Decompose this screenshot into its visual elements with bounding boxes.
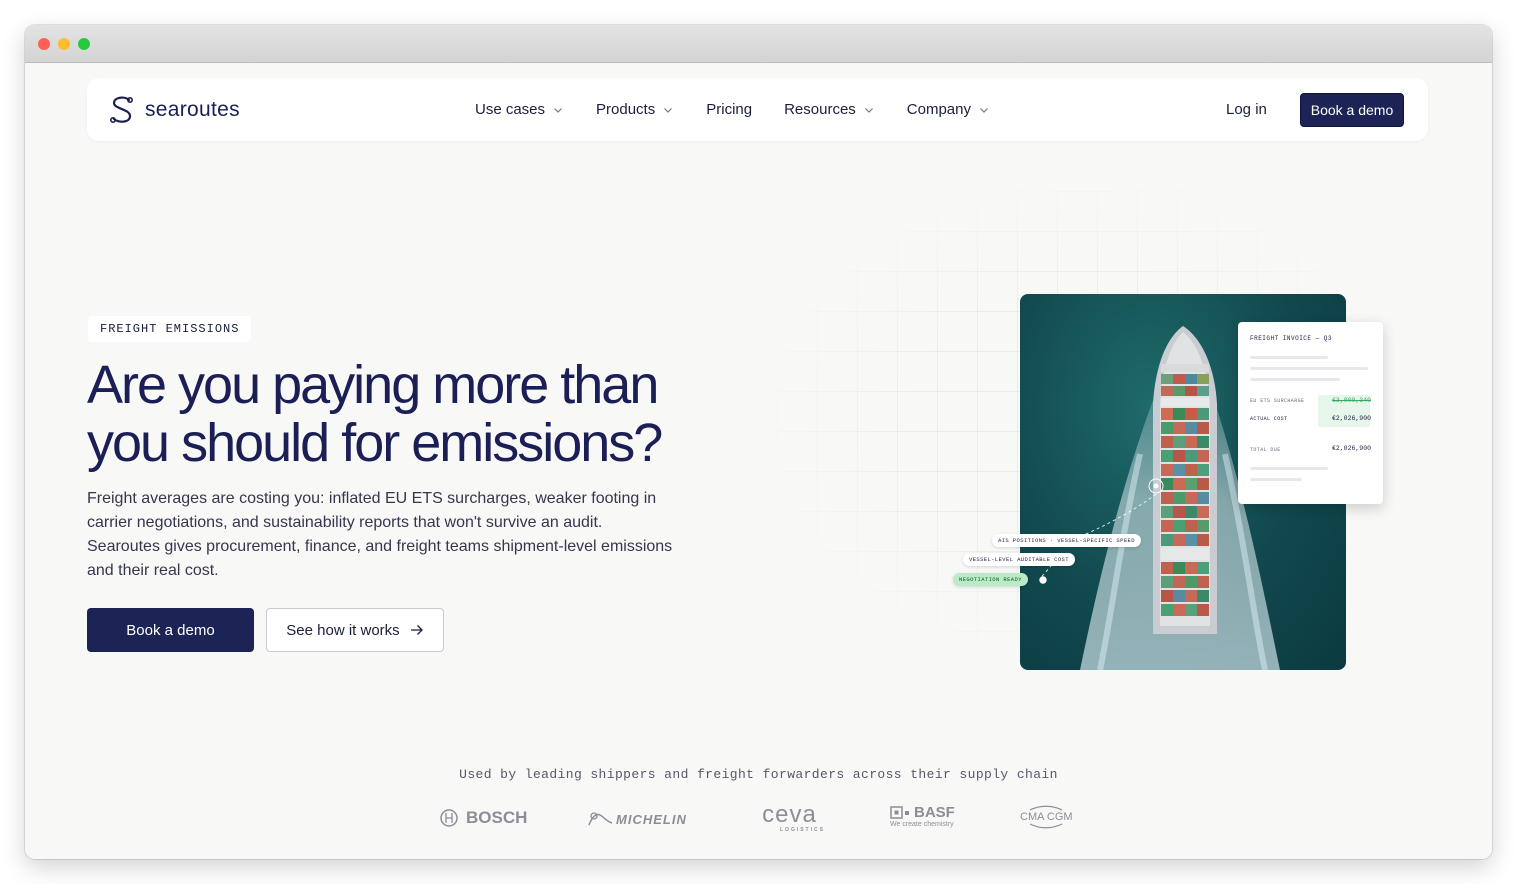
menu-label: Products — [596, 101, 656, 118]
menu-label: Pricing — [706, 101, 753, 118]
tag-negotiation-ready: NEGOTIATION READY — [953, 573, 1028, 586]
trusted-by-caption: Used by leading shippers and freight for… — [459, 767, 1058, 782]
maximize-window-button[interactable] — [78, 38, 90, 50]
ceva-logo: ceva LOGISTICS — [754, 801, 825, 834]
invoice-row-label: ACTUAL COST — [1250, 416, 1288, 422]
bosch-logo: BOSCH — [440, 808, 527, 828]
basf-mark: BASF — [890, 804, 955, 821]
menu-label: Resources — [784, 101, 856, 118]
hero-description: Freight averages are costing you: inflat… — [87, 490, 673, 579]
invoice-placeholder-line — [1250, 478, 1302, 481]
arrow-right-icon — [410, 625, 423, 635]
menu-products[interactable]: Products — [596, 101, 673, 118]
minimize-window-button[interactable] — [58, 38, 70, 50]
menu-use-cases[interactable]: Use cases — [475, 101, 563, 118]
tag-ais-positions: AIS POSITIONS · VESSEL-SPECIFIC SPEED — [992, 534, 1141, 547]
invoice-placeholder-line — [1250, 367, 1368, 370]
brand-name: searoutes — [145, 98, 240, 121]
invoice-row-label: EU ETS SURCHARGE — [1250, 398, 1305, 404]
chevron-down-icon — [864, 107, 873, 113]
invoice-placeholder-line — [1250, 356, 1328, 359]
menu-label: Use cases — [475, 101, 546, 118]
see-how-it-works-button[interactable]: See how it works — [266, 608, 444, 652]
basf-wordmark: BASF — [914, 804, 955, 821]
negotiation-ready-node-icon — [1039, 576, 1047, 584]
invoice-title: FREIGHT INVOICE — Q3 — [1250, 335, 1333, 342]
invoice-row-value: €3,000,340 — [1331, 397, 1371, 404]
button-label: See how it works — [286, 621, 400, 639]
cma-cgm-wordmark: CMA CGM — [1020, 811, 1073, 823]
invoice-placeholder-line — [1250, 467, 1328, 470]
michelin-logo: MICHELIN — [586, 809, 687, 829]
headline-line-2: you should for emissions? — [87, 413, 663, 473]
bosch-emblem-icon — [440, 809, 458, 827]
michelin-man-icon — [588, 812, 613, 826]
headline-line-1: Are you paying more than — [87, 355, 659, 415]
hero-headline: Are you paying more than you should for … — [87, 356, 787, 472]
main-menu: Use cases Products Pricing Resources Com… — [475, 101, 989, 118]
page-viewport: searoutes Use cases Products Pricing Res… — [25, 63, 1492, 859]
menu-resources[interactable]: Resources — [784, 101, 874, 118]
menu-label: Company — [906, 101, 971, 118]
login-link[interactable]: Log in — [1226, 101, 1267, 118]
basf-logo: BASF We create chemistry — [890, 804, 955, 828]
basf-tagline: We create chemistry — [890, 821, 954, 828]
chevron-down-icon — [980, 107, 988, 113]
top-navigation: searoutes Use cases Products Pricing Res… — [87, 78, 1428, 141]
cma-cgm-logo: CMA CGM — [1020, 805, 1073, 829]
bosch-wordmark: BOSCH — [466, 808, 528, 827]
invoice-total-value: €2,026,900 — [1331, 445, 1371, 452]
menu-pricing[interactable]: Pricing — [706, 101, 752, 118]
title-bar — [25, 25, 1492, 63]
michelin-wordmark: MICHELIN — [616, 811, 687, 827]
chevron-down-icon — [554, 107, 562, 113]
cma-cgm-arc-icon — [1030, 823, 1063, 829]
section-badge: FREIGHT EMISSIONS — [88, 316, 252, 342]
browser-window: searoutes Use cases Products Pricing Res… — [25, 25, 1492, 859]
basf-square-icon — [890, 805, 909, 819]
searoutes-logo-icon — [109, 96, 133, 123]
ceva-wordmark: ceva — [762, 801, 817, 828]
invoice-row-value: €2,026,900 — [1331, 415, 1371, 422]
freight-invoice-card: FREIGHT INVOICE — Q3 EU ETS SURCHARGE €3… — [1238, 322, 1383, 504]
invoice-total-label: TOTAL DUE — [1250, 447, 1281, 453]
tag-vessel-level-cost: VESSEL-LEVEL AUDITABLE COST — [963, 553, 1075, 566]
nav-book-demo-button[interactable]: Book a demo — [1300, 93, 1404, 127]
invoice-placeholder-line — [1250, 378, 1340, 381]
chevron-down-icon — [664, 107, 673, 113]
close-window-button[interactable] — [38, 38, 50, 50]
brand-logo[interactable]: searoutes — [109, 95, 240, 125]
hero-book-demo-button[interactable]: Book a demo — [87, 608, 254, 652]
ceva-subtitle: LOGISTICS — [780, 827, 825, 833]
menu-company[interactable]: Company — [907, 101, 989, 118]
